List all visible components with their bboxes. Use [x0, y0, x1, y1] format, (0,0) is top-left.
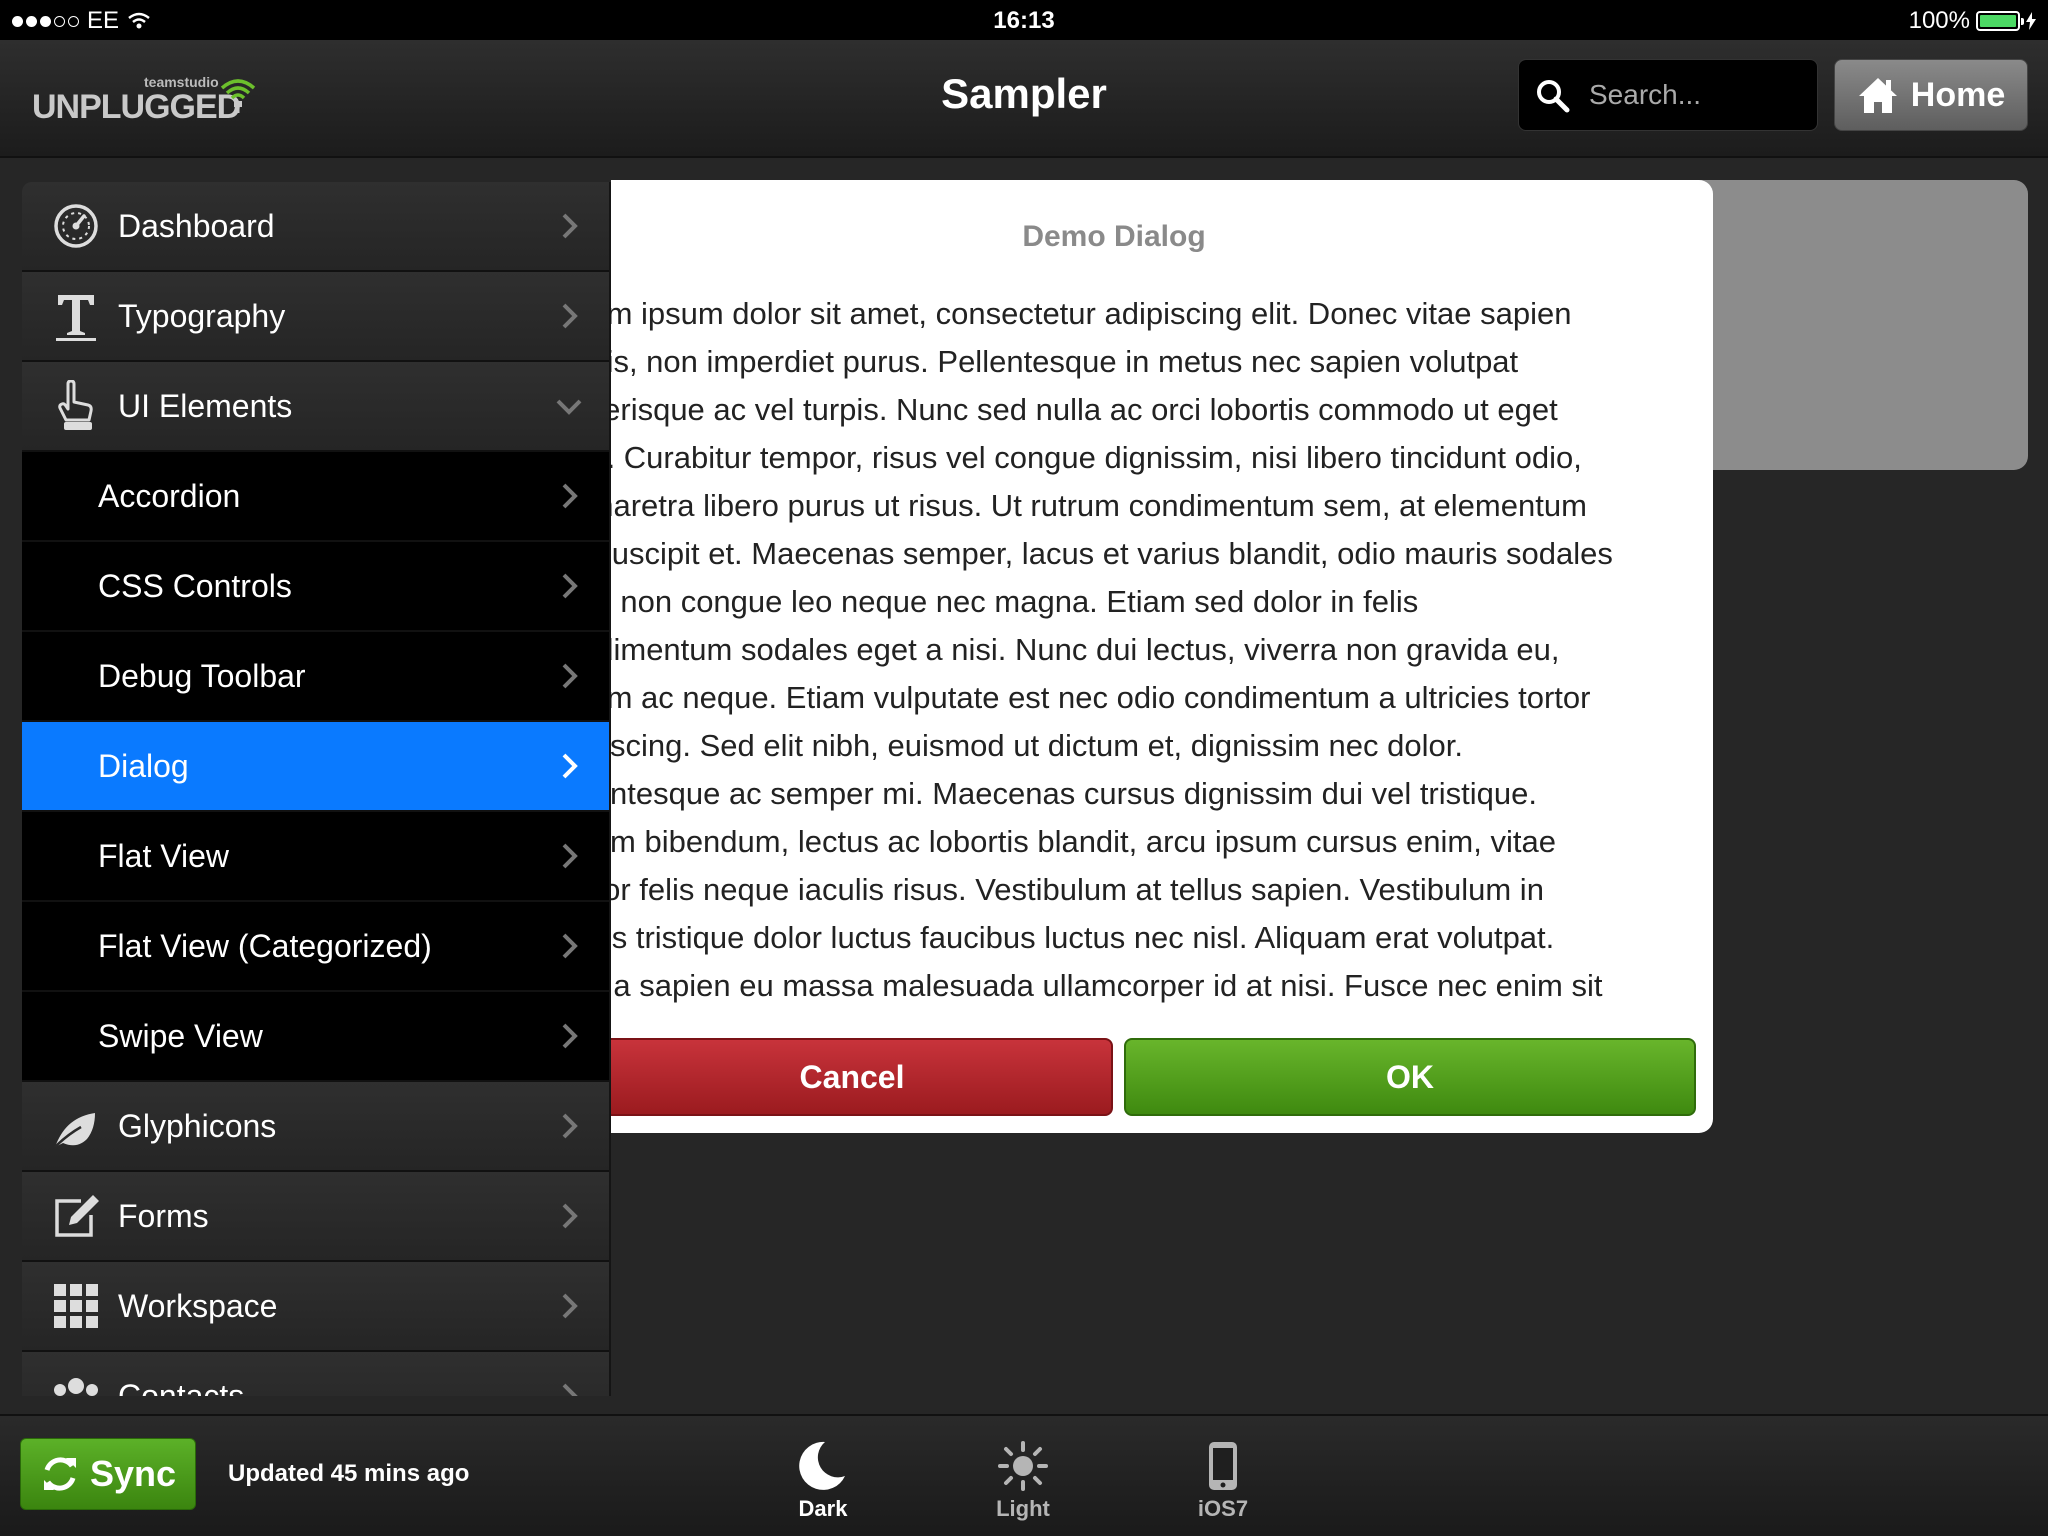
- sidebar-item-flat-view[interactable]: Flat View: [22, 812, 609, 902]
- sidebar-item-label: Glyphicons: [118, 1107, 277, 1144]
- dialog-text-line: elerisque ac vel turpis. Nunc sed nulla …: [611, 392, 1558, 427]
- sidebar-item-label: Typography: [118, 297, 286, 334]
- sidebar-item-ui-elements[interactable]: UI Elements: [22, 362, 609, 452]
- theme-ios7-button[interactable]: iOS7: [1163, 1436, 1283, 1522]
- sidebar-item-label: UI Elements: [118, 387, 293, 424]
- cancel-button[interactable]: Cancel: [611, 1038, 1113, 1116]
- sidebar-item-debug-toolbar[interactable]: Debug Toolbar: [22, 632, 609, 722]
- charging-icon: [2026, 12, 2036, 30]
- search-box[interactable]: [1518, 59, 1818, 131]
- sidebar-item-typography[interactable]: Typography: [22, 272, 609, 362]
- sidebar-item-label: Debug Toolbar: [98, 657, 306, 694]
- dialog-text-line: pharetra libero purus ut risus. Ut rutru…: [611, 488, 1587, 523]
- search-input[interactable]: [1589, 74, 1799, 116]
- dialog-text-line: cus tristique dolor luctus faucibus luct…: [611, 920, 1555, 955]
- typography-t-icon: [50, 290, 102, 342]
- sidebar-item-dashboard[interactable]: Dashboard: [22, 182, 609, 272]
- footer-toolbar: Sync Updated 45 mins ago Dark Light iOS7: [0, 1414, 2048, 1536]
- chevron-right-icon: [562, 213, 578, 239]
- content-panel: [1660, 180, 2028, 470]
- dialog-text-line: ipiscing. Sed elit nibh, euismod ut dict…: [611, 728, 1463, 763]
- sidebar-item-label: CSS Controls: [98, 567, 292, 604]
- status-time: 16:13: [993, 7, 1055, 34]
- chevron-right-icon: [562, 1383, 578, 1396]
- theme-dark-button[interactable]: Dark: [763, 1436, 883, 1522]
- sidebar-item-forms[interactable]: Forms: [22, 1172, 609, 1262]
- demo-dialog: Demo Dialog rem ipsum dolor sit amet, co…: [611, 180, 1713, 1133]
- sidebar-item-label: Swipe View: [98, 1017, 263, 1054]
- contacts-people-icon: [50, 1370, 102, 1396]
- sync-icon: [43, 1457, 76, 1491]
- sidebar-item-label: Forms: [118, 1197, 209, 1234]
- leaf-icon: [50, 1100, 102, 1152]
- chevron-right-icon: [562, 663, 578, 689]
- chevron-right-icon: [562, 1113, 578, 1139]
- dialog-text-line: rum ac neque. Etiam vulputate est nec od…: [611, 680, 1591, 715]
- sidebar-item-label: Dialog: [98, 747, 189, 784]
- dialog-text-line: m a sapien eu massa malesuada ullamcorpe…: [611, 968, 1603, 1003]
- home-icon: [1858, 78, 1897, 113]
- chevron-right-icon: [562, 303, 578, 329]
- sidebar-item-contacts[interactable]: Contacts: [22, 1352, 609, 1396]
- dialog-title: Demo Dialog: [1022, 220, 1206, 253]
- chevron-right-icon: [562, 1023, 578, 1049]
- dialog-text-line: ndimentum sodales eget a nisi. Nunc dui …: [611, 632, 1560, 667]
- edit-form-icon: [50, 1190, 102, 1242]
- status-right: 100%: [1909, 7, 2036, 35]
- dialog-text-line: ctor felis neque iaculis risus. Vestibul…: [611, 872, 1544, 907]
- battery-icon: [1976, 11, 2024, 31]
- battery-percent: 100%: [1908, 7, 1970, 34]
- sidebar-item-label: Accordion: [98, 477, 241, 514]
- sidebar-item-label: Flat View (Categorized): [98, 927, 432, 964]
- sidebar: Dashboard Typography UI Elements Accordi…: [22, 182, 611, 1396]
- chevron-right-icon: [562, 933, 578, 959]
- sidebar-item-css-controls[interactable]: CSS Controls: [22, 542, 609, 632]
- sidebar-item-label: Workspace: [118, 1287, 278, 1324]
- app-header: teamstudio UNPLUGGED Sampler Home: [0, 40, 2048, 158]
- dialog-text-line: ro. Curabitur tempor, risus vel congue d…: [611, 440, 1582, 475]
- sidebar-item-glyphicons[interactable]: Glyphicons: [22, 1082, 609, 1172]
- sidebar-item-label: Contacts: [118, 1377, 245, 1397]
- dialog-text-line: rem ipsum dolor sit amet, consectetur ad…: [611, 296, 1572, 331]
- dialog-text-line: la, non congue leo neque nec magna. Etia…: [611, 584, 1419, 619]
- chevron-right-icon: [562, 843, 578, 869]
- sidebar-item-label: Dashboard: [118, 207, 275, 244]
- dialog-body: rem ipsum dolor sit amet, consectetur ad…: [611, 290, 1651, 1010]
- home-button[interactable]: Home: [1834, 59, 2028, 131]
- sidebar-item-dialog[interactable]: Dialog: [22, 722, 609, 812]
- sidebar-item-swipe-view[interactable]: Swipe View: [22, 992, 609, 1082]
- status-bar: EE 16:13 100%: [0, 0, 2048, 40]
- hand-pointer-icon: [50, 380, 102, 432]
- theme-label: iOS7: [1197, 1496, 1249, 1521]
- chevron-right-icon: [562, 1203, 578, 1229]
- phone-icon: [1209, 1442, 1237, 1490]
- sun-icon: [998, 1441, 1048, 1491]
- moon-icon: [799, 1441, 845, 1490]
- sidebar-item-flat-view-categorized[interactable]: Flat View (Categorized): [22, 902, 609, 992]
- chevron-right-icon: [562, 753, 578, 779]
- chevron-right-icon: [562, 573, 578, 599]
- dialog-text-line: llentesque ac semper mi. Maecenas cursus…: [611, 776, 1537, 811]
- last-updated-text: Updated 45 mins ago: [228, 1460, 470, 1487]
- sync-label: Sync: [89, 1453, 177, 1494]
- home-label: Home: [1910, 75, 2006, 114]
- sync-button[interactable]: Sync: [20, 1438, 196, 1510]
- dialog-text-line: liam bibendum, lectus ac lobortis blandi…: [611, 824, 1556, 859]
- dashboard-gauge-icon: [50, 200, 102, 252]
- theme-light-button[interactable]: Light: [963, 1436, 1083, 1522]
- sidebar-item-accordion[interactable]: Accordion: [22, 452, 609, 542]
- search-icon: [1537, 80, 1570, 113]
- chevron-right-icon: [562, 1293, 578, 1319]
- ok-button[interactable]: OK: [1124, 1038, 1696, 1116]
- theme-label: Dark: [798, 1496, 848, 1521]
- grid-icon: [50, 1280, 102, 1332]
- chevron-down-icon: [556, 399, 582, 415]
- sidebar-item-workspace[interactable]: Workspace: [22, 1262, 609, 1352]
- theme-label: Light: [996, 1496, 1050, 1521]
- dialog-text-line: uris, non imperdiet purus. Pellentesque …: [611, 344, 1519, 379]
- chevron-right-icon: [562, 483, 578, 509]
- dialog-text-line: t suscipit et. Maecenas semper, lacus et…: [611, 536, 1613, 571]
- sidebar-item-label: Flat View: [98, 837, 230, 874]
